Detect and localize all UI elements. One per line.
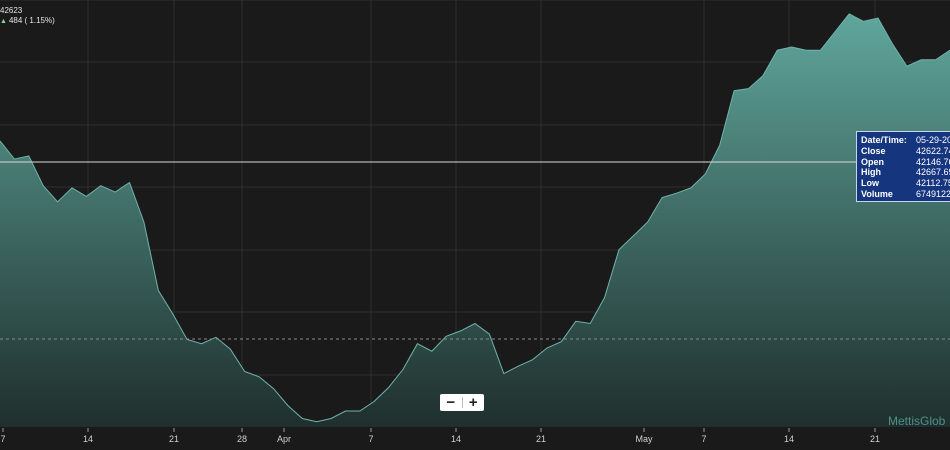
tooltip-row: Low 42112.75: [861, 178, 950, 189]
tooltip-label: Open: [861, 156, 885, 167]
tooltip-row: Open 42146.76: [861, 157, 950, 168]
watermark: MettisGlob: [888, 414, 946, 428]
x-tick-label: 14: [83, 434, 93, 444]
tooltip-value: 42146.76: [916, 156, 950, 167]
tooltip-row: Volume 67491228: [861, 189, 950, 200]
x-tick-label: 21: [169, 434, 179, 444]
tooltip-value: 42667.69: [916, 167, 950, 178]
data-tooltip: Date/Time: 05-29-2018 Close 42622.74 Open 421…: [856, 131, 950, 202]
tooltip-label: Close: [861, 145, 886, 156]
tooltip-row: High 42667.69: [861, 167, 950, 178]
tooltip-value: 67491228: [916, 188, 950, 199]
x-tick-label: 7: [0, 434, 5, 444]
ticker-value: 42623: [0, 6, 23, 15]
x-tick-label: 21: [536, 434, 546, 444]
zoom-out-button[interactable]: −: [440, 394, 462, 411]
x-tick-label: 7: [701, 434, 706, 444]
x-tick-label: 7: [368, 434, 373, 444]
tooltip-label: Date/Time:: [861, 135, 907, 145]
zoom-in-button[interactable]: +: [463, 394, 485, 411]
tooltip-row: Close 42622.74: [861, 146, 950, 157]
x-tick-label: 28: [237, 434, 247, 444]
area-chart[interactable]: 7 14 21 28 Apr 7 14 21 May 7 14 21: [0, 0, 950, 450]
zoom-control: − +: [440, 394, 484, 411]
x-tick-label: Apr: [277, 434, 291, 444]
tooltip-label: High: [861, 167, 881, 178]
tooltip-row: Date/Time: 05-29-2018: [861, 135, 950, 146]
x-axis-ticks: 7 14 21 28 Apr 7 14 21 May 7 14 21: [0, 428, 880, 444]
tooltip-value: 42112.75: [916, 178, 950, 189]
ticker-change: 484 ( 1.15%): [8, 16, 55, 25]
tooltip-label: Low: [861, 178, 879, 189]
series-area: [0, 13, 950, 428]
tooltip-value: 42622.74: [916, 145, 950, 156]
triangle-up-icon: ▲: [0, 18, 7, 25]
x-tick-label: May: [635, 434, 653, 444]
x-tick-label: 14: [451, 434, 461, 444]
tooltip-value: 05-29-2018: [916, 135, 950, 145]
ticker-readout: 42623 ▲ 484 ( 1.15%): [0, 6, 55, 27]
x-tick-label: 21: [870, 434, 880, 444]
tooltip-label: Volume: [861, 188, 893, 199]
chart-area[interactable]: 7 14 21 28 Apr 7 14 21 May 7 14 21: [0, 0, 950, 450]
x-tick-label: 14: [784, 434, 794, 444]
